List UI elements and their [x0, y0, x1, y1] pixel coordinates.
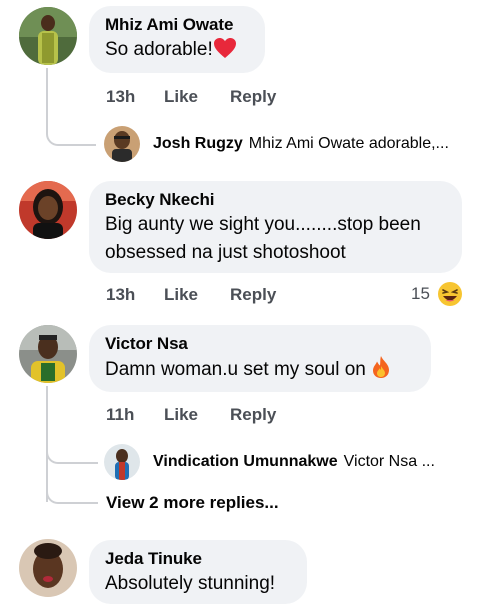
comment-actions: 11h Like Reply [106, 405, 306, 427]
reaction-count: 15 [411, 284, 430, 303]
comment-text: So adorable! [105, 36, 249, 64]
comment-text: Damn woman.u set my soul on [105, 355, 415, 384]
avatar-jeda-tinuke[interactable] [19, 539, 77, 597]
thread-connector [46, 68, 96, 146]
comment-bubble[interactable]: Jeda Tinuke Absolutely stunning! [89, 540, 307, 604]
comment-author[interactable]: Victor Nsa [105, 333, 415, 355]
comment-actions: 13h Like Reply [106, 285, 306, 307]
avatar-photo [19, 7, 77, 65]
comment-author[interactable]: Becky Nkechi [105, 189, 446, 211]
reply-button[interactable]: Reply [230, 87, 276, 107]
like-button[interactable]: Like [164, 87, 198, 107]
reply-button[interactable]: Reply [230, 285, 276, 305]
reply-snippet: Mhiz Ami Owate adorable,... [248, 135, 449, 152]
comment-author[interactable]: Mhiz Ami Owate [105, 14, 249, 36]
avatar-josh-rugzy[interactable] [104, 126, 140, 162]
comment-bubble[interactable]: Victor Nsa Damn woman.u set my soul on [89, 325, 431, 392]
reply-author[interactable]: Josh Rugzy [153, 135, 243, 152]
heart-emoji-icon [213, 38, 236, 58]
reply-preview[interactable]: Vindication Umunnakwe Victor Nsa ... [153, 453, 435, 471]
comment-author[interactable]: Jeda Tinuke [105, 548, 291, 570]
avatar-photo [104, 126, 140, 162]
comment-bubble[interactable]: Mhiz Ami Owate So adorable! [89, 6, 265, 73]
comment-timestamp: 13h [106, 87, 136, 106]
comment-timestamp: 11h [106, 405, 135, 424]
thread-connector [46, 440, 98, 464]
thread-connector [46, 480, 98, 504]
avatar-photo [19, 539, 77, 597]
fire-emoji-icon [372, 356, 389, 378]
reply-preview[interactable]: Josh Rugzy Mhiz Ami Owate adorable,... [153, 135, 449, 153]
reply-author[interactable]: Vindication Umunnakwe [153, 453, 338, 470]
comment-text: Absolutely stunning! [105, 573, 276, 594]
reply-snippet: Victor Nsa ... [343, 453, 435, 470]
comment-text-line: obsessed na just shotoshoot [105, 242, 346, 263]
avatar-mhiz-ami-owate[interactable] [19, 7, 77, 65]
comment-actions: 13h Like Reply [106, 87, 306, 109]
avatar-photo [104, 444, 140, 480]
reply-button[interactable]: Reply [230, 405, 276, 425]
avatar-becky-nkechi[interactable] [19, 181, 77, 239]
comment-bubble[interactable]: Becky Nkechi Big aunty we sight you.....… [89, 181, 462, 273]
comment-text-line: Big aunty we sight you........stop been [105, 214, 421, 235]
avatar-victor-nsa[interactable] [19, 325, 77, 383]
like-button[interactable]: Like [164, 285, 198, 305]
comment-timestamp: 13h [106, 285, 136, 304]
reaction-summary[interactable]: 15 [411, 281, 465, 307]
avatar-vindication-umunnakwe[interactable] [104, 444, 140, 480]
like-button[interactable]: Like [164, 405, 198, 425]
avatar-photo [19, 325, 77, 383]
avatar-photo [19, 181, 77, 239]
laughing-emoji-icon [438, 282, 462, 306]
view-more-replies-link[interactable]: View 2 more replies... [106, 493, 279, 513]
